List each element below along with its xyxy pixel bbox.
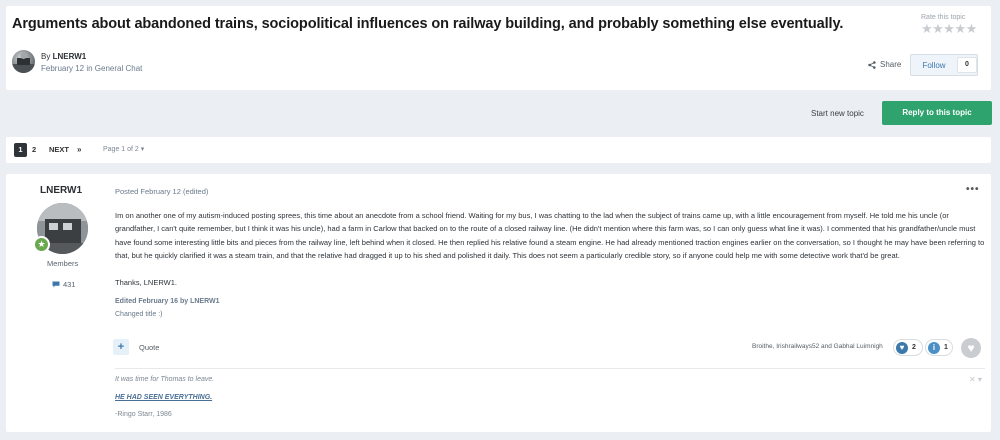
byline-prefix: By — [41, 52, 53, 61]
follow-count: 0 — [957, 57, 977, 73]
post-count-value: 431 — [63, 280, 76, 289]
rank-star-icon: ★ — [33, 236, 50, 253]
reaction-info-pill[interactable]: i 1 — [925, 339, 953, 356]
last-page-link[interactable]: » — [77, 143, 81, 157]
edit-reason: Changed title :) — [115, 311, 163, 318]
info-reaction-icon: i — [928, 341, 940, 354]
pagination-bar — [6, 137, 991, 163]
post-meta[interactable]: Posted February 12 (edited) — [115, 187, 208, 196]
share-button[interactable]: Share — [868, 60, 901, 69]
react-heart-icon[interactable]: ♥ — [961, 338, 981, 358]
reaction-like-count: 2 — [912, 344, 916, 351]
share-icon — [868, 60, 876, 69]
page-1-button[interactable]: 1 — [14, 143, 27, 157]
heart-reaction-icon: ♥ — [896, 341, 908, 354]
page-2-link[interactable]: 2 — [32, 143, 36, 157]
post-body: Im on another one of my autism-induced p… — [115, 211, 985, 261]
avatar-photo-icon — [12, 53, 35, 73]
signature-divider — [115, 368, 985, 369]
comment-icon — [52, 281, 60, 288]
rate-topic-label: Rate this topic — [921, 14, 966, 21]
topic-date-line[interactable]: February 12 in General Chat — [41, 64, 142, 73]
topic-title: Arguments about abandoned trains, sociop… — [12, 16, 844, 32]
multiquote-plus-button[interactable]: + — [113, 339, 129, 355]
post-count[interactable]: 431 — [52, 280, 76, 289]
author-avatar[interactable] — [12, 50, 35, 73]
share-label: Share — [880, 60, 902, 69]
reacted-by-list[interactable]: Broithe, Irishrailways52 and Gabhal Luim… — [752, 343, 883, 350]
follow-label: Follow — [922, 60, 946, 70]
quote-button[interactable]: Quote — [139, 343, 159, 352]
topic-author-link[interactable]: LNERW1 — [53, 52, 87, 61]
rating-stars[interactable]: ★★★★★ — [921, 22, 977, 35]
byline: By LNERW1 — [41, 52, 86, 61]
start-new-topic-link[interactable]: Start new topic — [811, 109, 864, 118]
reaction-like-pill[interactable]: ♥ 2 — [893, 339, 923, 356]
follow-button[interactable]: Follow 0 — [910, 54, 978, 76]
hide-signature-icon[interactable]: ✕ ▾ — [969, 375, 982, 384]
edited-by-note: Edited February 16 by LNERW1 — [115, 298, 220, 305]
more-options-icon[interactable]: ••• — [966, 184, 980, 195]
member-group: Members — [47, 259, 79, 268]
signature-line-2: HE HAD SEEN EVERYTHING. — [115, 394, 213, 401]
signature-line-1: It was time for Thomas to leave. — [115, 376, 215, 383]
post-signoff: Thanks, LNERW1. — [115, 278, 177, 287]
reaction-info-count: 1 — [944, 344, 948, 351]
page-jump-dropdown[interactable]: Page 1 of 2 ▾ — [103, 143, 144, 157]
next-page-link[interactable]: NEXT — [49, 143, 69, 157]
poster-name[interactable]: LNERW1 — [40, 185, 82, 196]
reply-to-topic-button[interactable]: Reply to this topic — [882, 101, 992, 125]
signature-line-3: -Ringo Starr, 1986 — [115, 411, 172, 418]
